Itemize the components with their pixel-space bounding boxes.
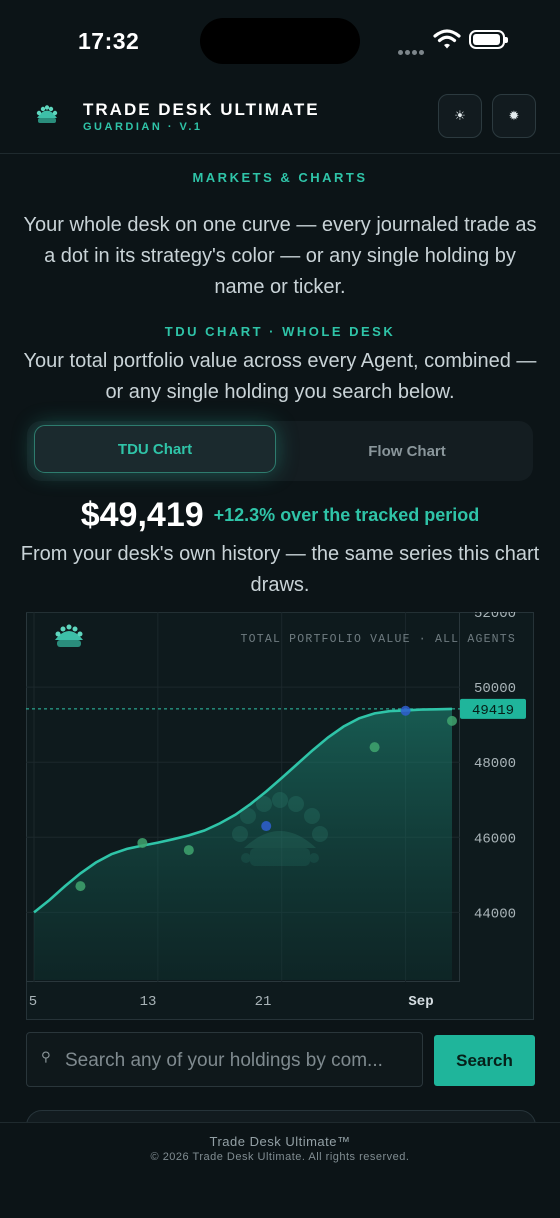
chart-mode-tabs: TDU Chart Flow Chart <box>27 421 533 481</box>
trade-dot[interactable] <box>369 742 380 753</box>
y-tick-label: 52000 <box>474 612 516 622</box>
wifi-icon <box>433 29 461 49</box>
y-tick-label: 44000 <box>474 906 516 922</box>
holding-search-input[interactable] <box>63 1033 417 1088</box>
footer-copyright: © 2026 Trade Desk Ultimate. All rights r… <box>150 1151 410 1163</box>
portfolio-summary: $49,419 +12.3% over the tracked period <box>0 496 560 535</box>
status-time: 17:32 <box>78 28 140 54</box>
footer-brand: Trade Desk Ultimate™ <box>209 1134 351 1149</box>
portfolio-change: +12.3% over the tracked period <box>213 505 480 525</box>
search-button[interactable]: Search <box>434 1035 535 1086</box>
tab-tdu-chart[interactable]: TDU Chart <box>34 425 276 473</box>
section-description: Your whole desk on one curve — every jou… <box>23 214 537 298</box>
cellular-signal-icon <box>398 42 426 60</box>
settings-button[interactable]: ✹ <box>492 94 536 138</box>
tdu-description: Your total portfolio value across every … <box>23 350 537 403</box>
chart-note: From your desk's own history — the same … <box>20 543 540 596</box>
sun-icon: ☀ <box>454 108 466 123</box>
status-bar: 17:32 <box>0 0 560 84</box>
holding-search-field: ⚲ <box>26 1032 423 1088</box>
trade-dot[interactable] <box>261 821 272 832</box>
app-header: TRADE DESK ULTIMATE GUARDIAN · V.1 ☀ ✹ <box>0 84 560 154</box>
y-tick-label: 48000 <box>474 756 516 772</box>
trade-dot[interactable] <box>183 845 194 856</box>
y-tick-label: 46000 <box>474 831 516 847</box>
chart-title: TOTAL PORTFOLIO VALUE · ALL AGENTS <box>241 633 516 646</box>
trade-dot[interactable] <box>400 705 411 716</box>
battery-icon <box>469 30 508 49</box>
current-value-label: 49419 <box>472 703 514 719</box>
guardian-logo-icon <box>36 105 58 123</box>
dynamic-island <box>200 18 360 64</box>
trade-dot[interactable] <box>447 715 457 726</box>
x-tick-label: 5 <box>29 994 37 1010</box>
x-tick-label: 13 <box>140 994 157 1010</box>
app-subtitle: GUARDIAN · V.1 <box>83 121 203 133</box>
y-tick-label: 50000 <box>474 681 516 697</box>
gear-icon: ✹ <box>508 108 520 123</box>
search-icon: ⚲ <box>41 1049 51 1064</box>
trade-dot[interactable] <box>137 837 148 848</box>
x-tick-label: Sep <box>408 994 433 1010</box>
tab-flow-chart[interactable]: Flow Chart <box>287 425 527 477</box>
portfolio-chart[interactable]: 44000 46000 48000 50000 52000 5 13 21 Sep 49419… <box>26 612 534 1020</box>
x-tick-label: 21 <box>255 994 272 1010</box>
tdu-eyebrow: TDU CHART · WHOLE DESK <box>164 324 396 339</box>
portfolio-value: $49,419 <box>80 496 204 534</box>
section-eyebrow: MARKETS & CHARTS <box>192 170 368 185</box>
trade-dot[interactable] <box>75 881 86 892</box>
footer: Trade Desk Ultimate™ © 2026 Trade Desk U… <box>0 1122 560 1218</box>
portfolio-chart-svg: 44000 46000 48000 50000 52000 5 13 21 Sep 49419… <box>26 612 534 1020</box>
theme-toggle-button[interactable]: ☀ <box>438 94 482 138</box>
app-title: TRADE DESK ULTIMATE <box>83 100 320 119</box>
